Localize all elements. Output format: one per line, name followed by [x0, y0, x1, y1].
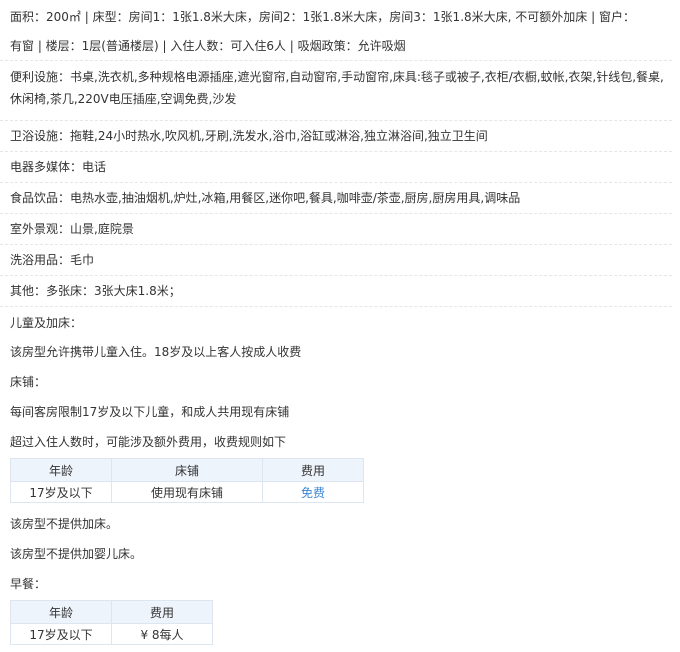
divider	[0, 182, 672, 183]
column-header: 年龄	[10, 458, 112, 482]
bedding-heading: 床铺：	[10, 375, 47, 389]
toiletries: 洗浴用品：毛巾	[10, 253, 95, 267]
bathroom-facilities: 卫浴设施：拖鞋,24小时热水,吹风机,牙刷,洗发水,浴巾,浴缸或淋浴,独立淋浴间…	[10, 129, 488, 143]
other-facilities: 其他：多张床：3张大床1.8米；	[10, 284, 181, 298]
no-extra-bed-note: 该房型不提供加床。	[10, 517, 119, 531]
divider	[0, 60, 672, 61]
children-allowed-note: 该房型允许携带儿童入住。18岁及以上客人按成人收费	[10, 345, 302, 359]
table-cell: 17岁及以下	[10, 481, 112, 503]
child-bed-table: 年龄 床铺 费用 17岁及以下 使用现有床铺 免费	[10, 458, 364, 503]
fee-free-cell: 免费	[262, 481, 364, 503]
table-cell: 使用现有床铺	[111, 481, 263, 503]
divider	[0, 275, 672, 276]
column-header: 费用	[111, 600, 213, 624]
children-heading: 儿童及加床：	[10, 316, 83, 330]
room-details-panel: 面积：200㎡ | 床型：房间1：1张1.8米大床，房间2：1张1.8米大床，房…	[0, 0, 680, 652]
column-header: 费用	[262, 458, 364, 482]
room-info-line-1: 面积：200㎡ | 床型：房间1：1张1.8米大床，房间2：1张1.8米大床，房…	[10, 10, 635, 24]
table-cell: 17岁及以下	[10, 623, 112, 645]
table-header-row: 年龄 床铺 费用	[10, 458, 364, 482]
column-header: 年龄	[10, 600, 112, 624]
breakfast-heading: 早餐：	[10, 577, 47, 591]
divider	[0, 306, 672, 307]
table-cell: ¥ 8每人	[111, 623, 213, 645]
divider	[0, 244, 672, 245]
bedding-limit-note: 每间客房限制17岁及以下儿童，和成人共用现有床铺	[10, 405, 290, 419]
convenience-facilities: 便利设施：书桌,洗衣机,多种规格电源插座,遮光窗帘,自动窗帘,手动窗帘,床具:毯…	[10, 70, 664, 106]
column-header: 床铺	[111, 458, 263, 482]
extra-fee-note: 超过入住人数时，可能涉及额外费用，收费规则如下	[10, 435, 287, 449]
divider	[0, 151, 672, 152]
no-crib-note: 该房型不提供加婴儿床。	[10, 547, 143, 561]
divider	[0, 213, 672, 214]
food-facilities: 食品饮品：电热水壶,抽油烟机,炉灶,冰箱,用餐区,迷你吧,餐具,咖啡壶/茶壶,厨…	[10, 191, 521, 205]
table-row: 17岁及以下 ¥ 8每人	[10, 623, 213, 645]
room-info-line-2: 有窗 | 楼层：1层(普通楼层) | 入住人数：可入住6人 | 吸烟政策：允许吸…	[10, 39, 406, 53]
outdoor-view: 室外景观：山景,庭院景	[10, 222, 134, 236]
breakfast-table: 年龄 费用 17岁及以下 ¥ 8每人	[10, 600, 213, 645]
table-row: 17岁及以下 使用现有床铺 免费	[10, 481, 364, 503]
table-header-row: 年龄 费用	[10, 600, 213, 624]
media-facilities: 电器多媒体：电话	[10, 160, 107, 174]
divider	[0, 120, 672, 121]
